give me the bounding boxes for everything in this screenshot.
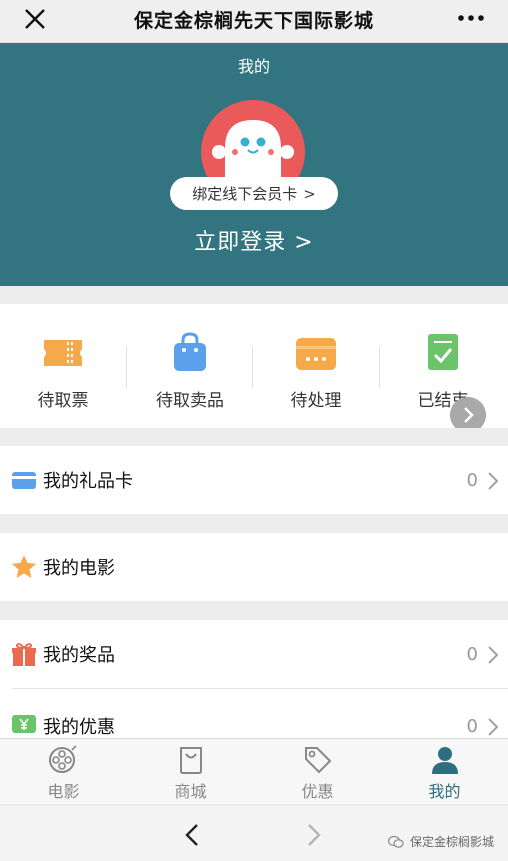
checklist-icon xyxy=(428,334,458,370)
gift-icon xyxy=(12,643,36,666)
yen-coupon-icon xyxy=(12,715,36,733)
order-finished[interactable]: 已结束 xyxy=(380,304,506,428)
order-label: 待取票 xyxy=(37,391,89,411)
section-gap xyxy=(0,286,508,304)
shopping-bag-icon xyxy=(174,332,206,371)
user-icon xyxy=(432,747,458,774)
title-bar: 保定金棕榈先天下国际影城 xyxy=(0,0,508,43)
section-gap xyxy=(0,601,508,620)
star-icon xyxy=(12,555,36,578)
chevron-right-icon: > xyxy=(303,184,316,203)
tab-shop[interactable]: 商城 xyxy=(127,739,254,804)
order-pending-snacks[interactable]: 待取卖品 xyxy=(127,304,253,428)
order-label: 待处理 xyxy=(290,391,342,411)
menu-my-movies[interactable]: 我的电影 xyxy=(0,533,508,601)
menu-my-coupons[interactable]: 我的优惠 0 xyxy=(0,689,508,738)
chevron-right-icon xyxy=(488,646,499,664)
shopping-bag-icon xyxy=(180,747,202,774)
section-gap xyxy=(0,428,508,446)
chevron-right-icon xyxy=(488,472,499,490)
tab-movies[interactable]: 电影 xyxy=(0,739,127,804)
page-title: 保定金棕榈先天下国际影城 xyxy=(133,10,374,32)
section-gap xyxy=(0,514,508,533)
chevron-right-icon xyxy=(488,718,499,736)
film-reel-icon xyxy=(49,745,77,773)
tab-label: 我的 xyxy=(428,782,461,801)
profile-header: 我的 绑定线下会员卡 > 立即登录 > xyxy=(0,43,508,286)
menu-label: 我的奖品 xyxy=(43,645,115,666)
menu-label: 我的电影 xyxy=(43,558,115,579)
more-dots-icon[interactable] xyxy=(456,8,486,28)
watermark-text: 保定金棕榈影城 xyxy=(409,835,494,849)
watermark: 保定金棕榈影城 xyxy=(387,833,494,850)
tab-mine[interactable]: 我的 xyxy=(381,739,508,804)
menu-label: 我的礼品卡 xyxy=(43,471,133,492)
order-label: 待取卖品 xyxy=(156,391,224,411)
login-button[interactable]: 立即登录 > xyxy=(0,224,508,256)
tag-icon xyxy=(305,747,332,774)
tab-label: 优惠 xyxy=(301,782,334,801)
browser-nav-bar: 保定金棕榈影城 xyxy=(0,804,508,861)
order-status-row: 待取票 待取卖品 待处理 已结束 xyxy=(0,304,508,428)
order-label: 已结束 xyxy=(417,391,469,411)
tab-label: 商城 xyxy=(174,782,207,801)
order-pending-tickets[interactable]: 待取票 xyxy=(0,304,126,428)
menu-gift-card[interactable]: 我的礼品卡 0 xyxy=(0,446,508,514)
tab-bar: 电影 商城 优惠 我的 xyxy=(0,738,508,803)
bind-member-card-label: 绑定线下会员卡 xyxy=(192,185,298,203)
menu-my-prizes[interactable]: 我的奖品 0 xyxy=(0,620,508,688)
credit-card-icon xyxy=(12,472,36,489)
profile-title: 我的 xyxy=(237,57,270,76)
tab-coupons[interactable]: 优惠 xyxy=(254,739,381,804)
menu-label: 我的优惠 xyxy=(43,717,115,738)
close-icon[interactable] xyxy=(22,6,48,32)
card-pending-icon xyxy=(296,338,336,370)
menu-count: 0 xyxy=(466,716,478,737)
back-arrow-icon[interactable] xyxy=(184,823,200,847)
menu-count: 0 xyxy=(466,644,478,665)
menu-count: 0 xyxy=(466,470,478,491)
wechat-icon xyxy=(387,835,404,848)
ticket-icon xyxy=(44,340,82,366)
tab-label: 电影 xyxy=(47,782,80,801)
bind-member-card-button[interactable]: 绑定线下会员卡 > xyxy=(170,177,338,210)
forward-arrow-icon[interactable] xyxy=(306,823,322,847)
order-pending-process[interactable]: 待处理 xyxy=(253,304,379,428)
